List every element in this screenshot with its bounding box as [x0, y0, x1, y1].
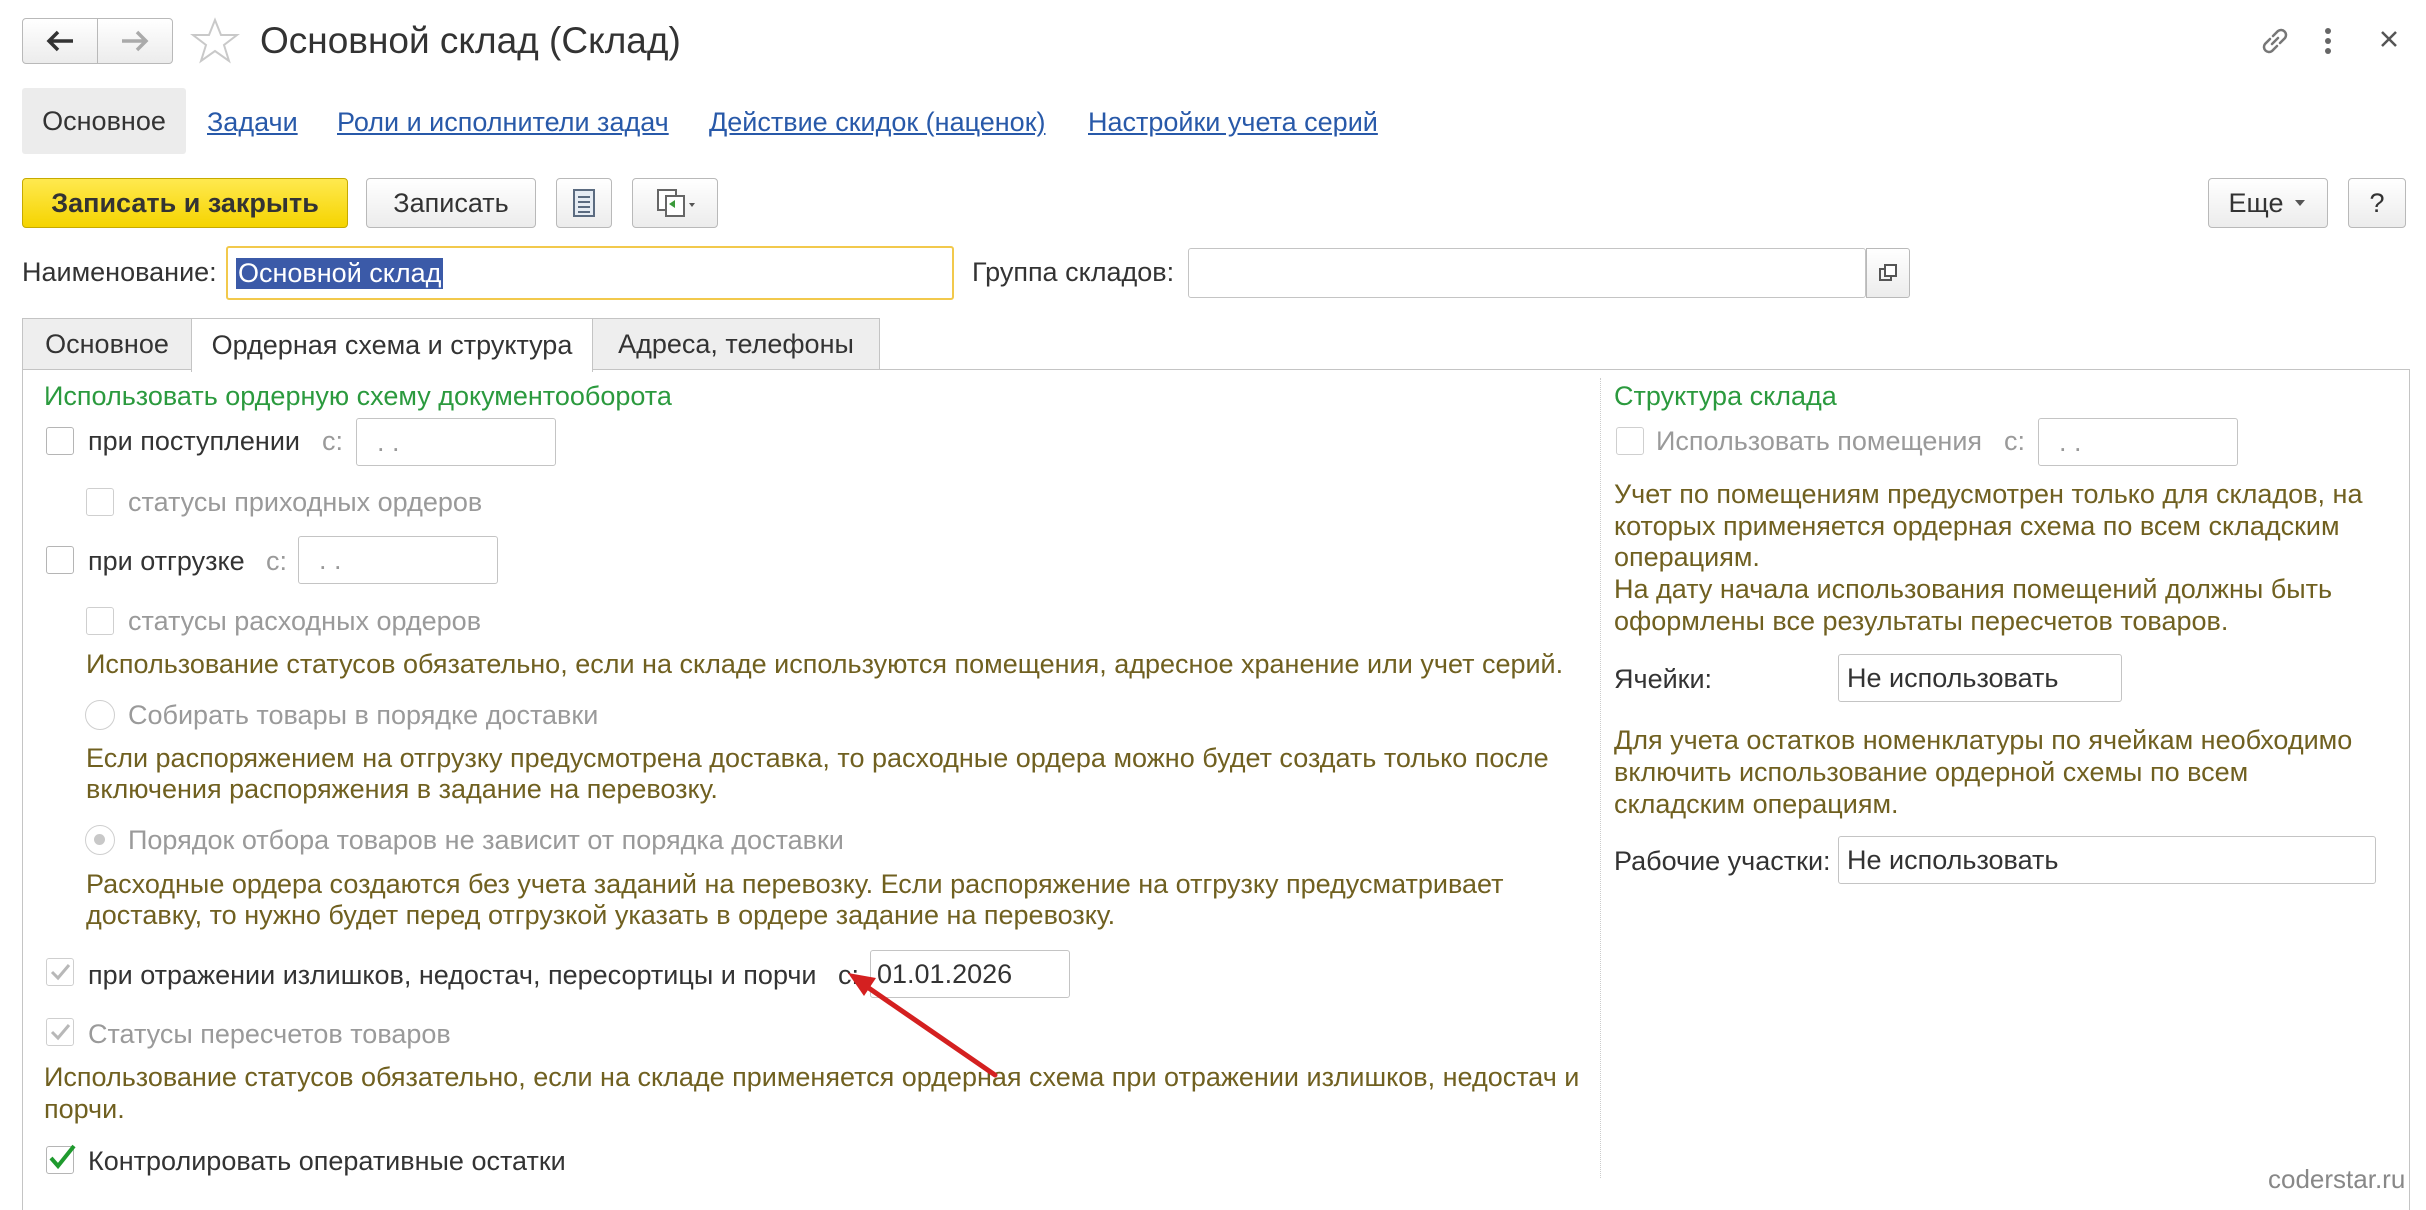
receipt-from-label: с: [322, 426, 344, 456]
shipment-label: при отгрузке [88, 546, 245, 576]
checkmark-icon [49, 1144, 76, 1170]
recount-note-2: порчи. [44, 1094, 125, 1124]
page-title: Основной склад (Склад) [260, 20, 681, 61]
cells-note-1: Для учета остатков номенклатуры по ячейк… [1614, 725, 2353, 755]
name-label: Наименование: [22, 257, 217, 287]
column-divider [1600, 378, 1601, 1178]
checkmark-icon [50, 964, 71, 981]
help-button[interactable]: ? [2348, 178, 2406, 228]
nav-item-main[interactable]: Основное [22, 88, 186, 154]
recount-note-1: Использование статусов обязательно, если… [44, 1062, 1580, 1092]
use-rooms-label: Использовать помещения [1656, 426, 1983, 456]
chevron-down-icon [2295, 200, 2306, 206]
receipt-statuses-checkbox[interactable] [86, 488, 114, 516]
control-balances-checkbox[interactable] [46, 1144, 76, 1174]
rooms-note-4: На дату начала использования помещений д… [1614, 574, 2333, 604]
name-field[interactable]: Основной склад [226, 246, 954, 300]
rooms-note-1: Учет по помещениям предусмотрен только д… [1614, 479, 2363, 509]
open-group-button[interactable] [1866, 248, 1910, 298]
create-based-on-button[interactable] [632, 178, 718, 228]
open-form-icon [1879, 264, 1897, 281]
name-value: Основной склад [236, 257, 444, 289]
warehouse-group-field[interactable] [1188, 248, 1866, 298]
create-documents-icon [657, 189, 695, 217]
receipt-label: при поступлении [88, 426, 300, 456]
work-areas-label: Рабочие участки: [1614, 846, 1831, 876]
arrow-right-icon [122, 30, 149, 52]
receipt-date-field[interactable]: . . [356, 418, 556, 466]
recount-statuses-checkbox[interactable] [46, 1018, 74, 1046]
recount-statuses-label: Статусы пересчетов товаров [88, 1019, 451, 1049]
report-button[interactable] [556, 178, 612, 228]
independent-order-note-1: Расходные ордера создаются без учета зад… [86, 869, 1504, 899]
receipt-statuses-label: статусы приходных ордеров [128, 487, 483, 517]
arrow-left-icon [46, 30, 73, 52]
deliver-order-note-1: Если распоряжением на отгрузку предусмот… [86, 743, 1549, 773]
more-vertical-icon[interactable] [2316, 22, 2340, 60]
rooms-note-5: оформлены все результаты пересчетов това… [1614, 606, 2229, 636]
work-areas-field[interactable]: Не использовать [1838, 836, 2376, 884]
nav-item-roles[interactable]: Роли и исполнители задач [337, 106, 669, 138]
order-scheme-heading: Использовать ордерную схему документообо… [44, 381, 672, 411]
cells-note-3: складским операциям. [1614, 789, 1899, 819]
checkmark-icon [50, 1024, 71, 1041]
tab-main[interactable]: Основное [22, 318, 192, 370]
watermark: coderstar.ru [2268, 1164, 2406, 1194]
control-balances-label: Контролировать оперативные остатки [88, 1146, 566, 1176]
independent-order-note-2: доставку, то нужно будет перед отгрузкой… [86, 900, 1116, 930]
nav-item-discounts[interactable]: Действие скидок (наценок) [709, 106, 1046, 138]
structure-heading: Структура склада [1614, 381, 1837, 411]
independent-order-label: Порядок отбора товаров не зависит от пор… [128, 825, 844, 855]
document-list-icon [573, 189, 595, 217]
shipment-from-label: с: [266, 546, 288, 576]
cells-field[interactable]: Не использовать [1838, 654, 2122, 702]
tab-order-scheme[interactable]: Ордерная схема и структура [191, 318, 593, 372]
use-rooms-date-field[interactable]: . . [2038, 418, 2238, 466]
surplus-label: при отражении излишков, недостач, пересо… [88, 960, 817, 990]
nav-item-tasks[interactable]: Задачи [207, 106, 298, 138]
forward-button[interactable] [97, 18, 173, 64]
link-icon[interactable] [2256, 22, 2294, 60]
shipment-statuses-checkbox[interactable] [86, 607, 114, 635]
nav-item-series[interactable]: Настройки учета серий [1088, 106, 1378, 138]
shipment-checkbox[interactable] [46, 546, 74, 574]
statuses-note: Использование статусов обязательно, если… [86, 649, 1564, 679]
save-and-close-button[interactable]: Записать и закрыть [22, 178, 348, 228]
shipment-date-field[interactable]: . . [298, 536, 498, 584]
receipt-checkbox[interactable] [46, 427, 74, 455]
group-label: Группа складов: [972, 257, 1175, 287]
more-button[interactable]: Еще [2208, 178, 2328, 228]
tab-addresses[interactable]: Адреса, телефоны [592, 318, 880, 370]
deliver-order-radio[interactable] [85, 700, 115, 730]
save-button[interactable]: Записать [366, 178, 536, 228]
back-button[interactable] [22, 18, 98, 64]
use-rooms-from-label: с: [2004, 426, 2026, 456]
deliver-order-note-2: включения распоряжения в задание на пере… [86, 774, 718, 804]
independent-order-radio[interactable] [85, 825, 115, 855]
annotation-arrow-icon [848, 973, 998, 1078]
cells-note-2: включить использование ордерной схемы по… [1614, 757, 2249, 787]
close-icon[interactable] [2374, 24, 2404, 54]
shipment-statuses-label: статусы расходных ордеров [128, 606, 482, 636]
deliver-order-label: Собирать товары в порядке доставки [128, 700, 599, 730]
rooms-note-3: операциям. [1614, 542, 1760, 572]
surplus-checkbox[interactable] [46, 958, 74, 986]
use-rooms-checkbox[interactable] [1616, 427, 1644, 455]
star-outline-icon[interactable] [190, 16, 240, 66]
cells-label: Ячейки: [1614, 664, 1713, 694]
rooms-note-2: которых применяется ордерная схема по вс… [1614, 511, 2340, 541]
